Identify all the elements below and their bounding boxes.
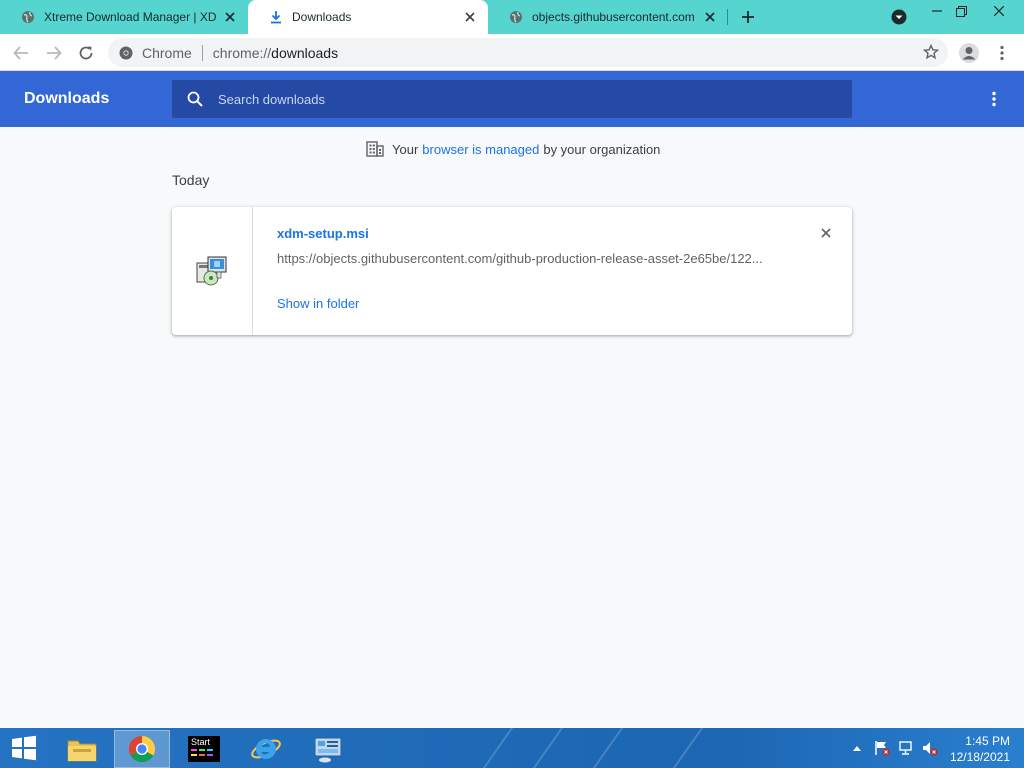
search-icon [186, 90, 204, 108]
new-tab-button[interactable] [736, 5, 760, 29]
start-app-bar [207, 749, 213, 751]
close-icon [994, 6, 1004, 16]
taskbar-internet-explorer[interactable] [238, 730, 294, 768]
flag-warning-icon [875, 741, 890, 756]
tab-title: Xtreme Download Manager | XDM [44, 10, 216, 24]
taskbar-start-app[interactable]: Start [176, 730, 232, 768]
close-icon [821, 228, 831, 238]
reload-icon [79, 46, 93, 60]
close-icon[interactable] [702, 9, 718, 25]
tab-xdm[interactable]: Xtreme Download Manager | XDM [0, 0, 248, 34]
internet-explorer-icon [251, 738, 281, 759]
globe-icon [508, 9, 524, 25]
start-app-bar [191, 749, 197, 751]
browser-toolbar: Chrome chrome:// downloads [0, 34, 1024, 71]
plus-icon [742, 11, 754, 23]
chrome-site-icon [118, 45, 134, 61]
globe-icon [20, 9, 36, 25]
taskbar-control-panel[interactable] [300, 730, 356, 768]
windows-logo-icon [12, 735, 36, 761]
arrow-left-icon [13, 46, 28, 60]
chrome-menu-button[interactable] [988, 39, 1016, 67]
page-title: Downloads [24, 90, 110, 107]
avatar-icon [959, 43, 979, 63]
start-app-bar [199, 754, 205, 756]
system-clock[interactable]: 1:45 PM 12/18/2021 [950, 733, 1010, 765]
managed-suffix: by your organization [543, 141, 661, 157]
windows-start-button[interactable] [0, 728, 48, 768]
start-app-bar [207, 754, 213, 756]
taskbar-chrome[interactable] [114, 730, 170, 768]
date-section-label: Today [172, 172, 210, 188]
downloads-menu-button[interactable] [984, 88, 1004, 110]
managed-notice: Your browser is managed by your organiza… [366, 141, 660, 157]
windows-taskbar: Start 1:45 PM 12/18/2021 [0, 728, 1024, 768]
managed-prefix: Your [392, 141, 419, 157]
bookmark-star-icon[interactable] [922, 43, 940, 61]
building-icon [366, 141, 384, 157]
url-host: downloads [271, 44, 339, 61]
file-source-url[interactable]: https://objects.githubusercontent.com/gi… [277, 251, 777, 266]
close-icon[interactable] [462, 9, 478, 25]
tab-title: Downloads [292, 10, 352, 24]
download-icon [268, 9, 284, 25]
start-app-icon: Start [188, 736, 220, 762]
downloads-header: Downloads [0, 71, 1024, 127]
taskbar-file-explorer[interactable] [54, 730, 110, 768]
start-app-label: Start [191, 737, 211, 747]
clock-date: 12/18/2021 [949, 750, 1010, 764]
url-scheme: chrome:// [212, 44, 272, 61]
restore-button[interactable] [946, 0, 976, 22]
taskbar-decoration [517, 728, 565, 768]
chevron-down-circle-icon [891, 9, 907, 25]
taskbar-decoration [577, 728, 625, 768]
tab-strip: Xtreme Download Manager | XDM Downloads … [0, 0, 1024, 34]
profile-button[interactable] [955, 39, 983, 67]
msi-installer-icon [196, 256, 227, 286]
arrow-right-icon [47, 46, 62, 60]
managed-link[interactable]: browser is managed [422, 142, 539, 157]
tab-github-objects[interactable]: objects.githubusercontent.com [488, 0, 728, 34]
taskbar-decoration [657, 728, 705, 768]
back-button[interactable] [7, 39, 35, 67]
tab-separator [727, 9, 728, 25]
start-app-bar [199, 749, 205, 751]
search-downloads-box[interactable] [172, 80, 852, 118]
tab-downloads[interactable]: Downloads [248, 0, 488, 34]
tab-search-button[interactable] [884, 6, 914, 28]
minimize-icon [932, 10, 942, 12]
show-hidden-icons-button[interactable] [848, 728, 866, 768]
reload-button[interactable] [72, 39, 100, 67]
restore-icon [955, 5, 967, 17]
kebab-menu-icon [992, 91, 996, 107]
file-explorer-icon [67, 740, 97, 762]
search-input[interactable] [218, 91, 818, 107]
remove-from-list-button[interactable] [818, 225, 834, 241]
control-panel-icon [314, 737, 342, 763]
tray-action-center[interactable] [872, 728, 892, 768]
chevron-up-icon [853, 746, 861, 751]
site-chip: Chrome [142, 44, 192, 61]
forward-button[interactable] [40, 39, 68, 67]
taskbar-decoration [467, 728, 515, 768]
show-in-folder-link[interactable]: Show in folder [277, 296, 359, 311]
address-bar[interactable]: Chrome chrome:// downloads [108, 38, 948, 67]
close-window-button[interactable] [984, 0, 1014, 22]
tab-title: objects.githubusercontent.com [532, 10, 695, 24]
file-name-link[interactable]: xdm-setup.msi [277, 226, 369, 241]
file-icon-area[interactable] [172, 207, 253, 335]
tray-volume[interactable] [920, 728, 940, 768]
chrome-icon [128, 735, 156, 763]
network-icon [899, 741, 912, 755]
volume-muted-icon [923, 742, 938, 756]
start-app-bar [191, 754, 197, 756]
clock-time: 1:45 PM [965, 734, 1010, 748]
download-item-card: xdm-setup.msi https://objects.githubuser… [172, 207, 852, 335]
tray-network[interactable] [896, 728, 916, 768]
omnibox-divider [201, 44, 203, 61]
kebab-menu-icon [1000, 45, 1004, 61]
close-icon[interactable] [222, 9, 238, 25]
